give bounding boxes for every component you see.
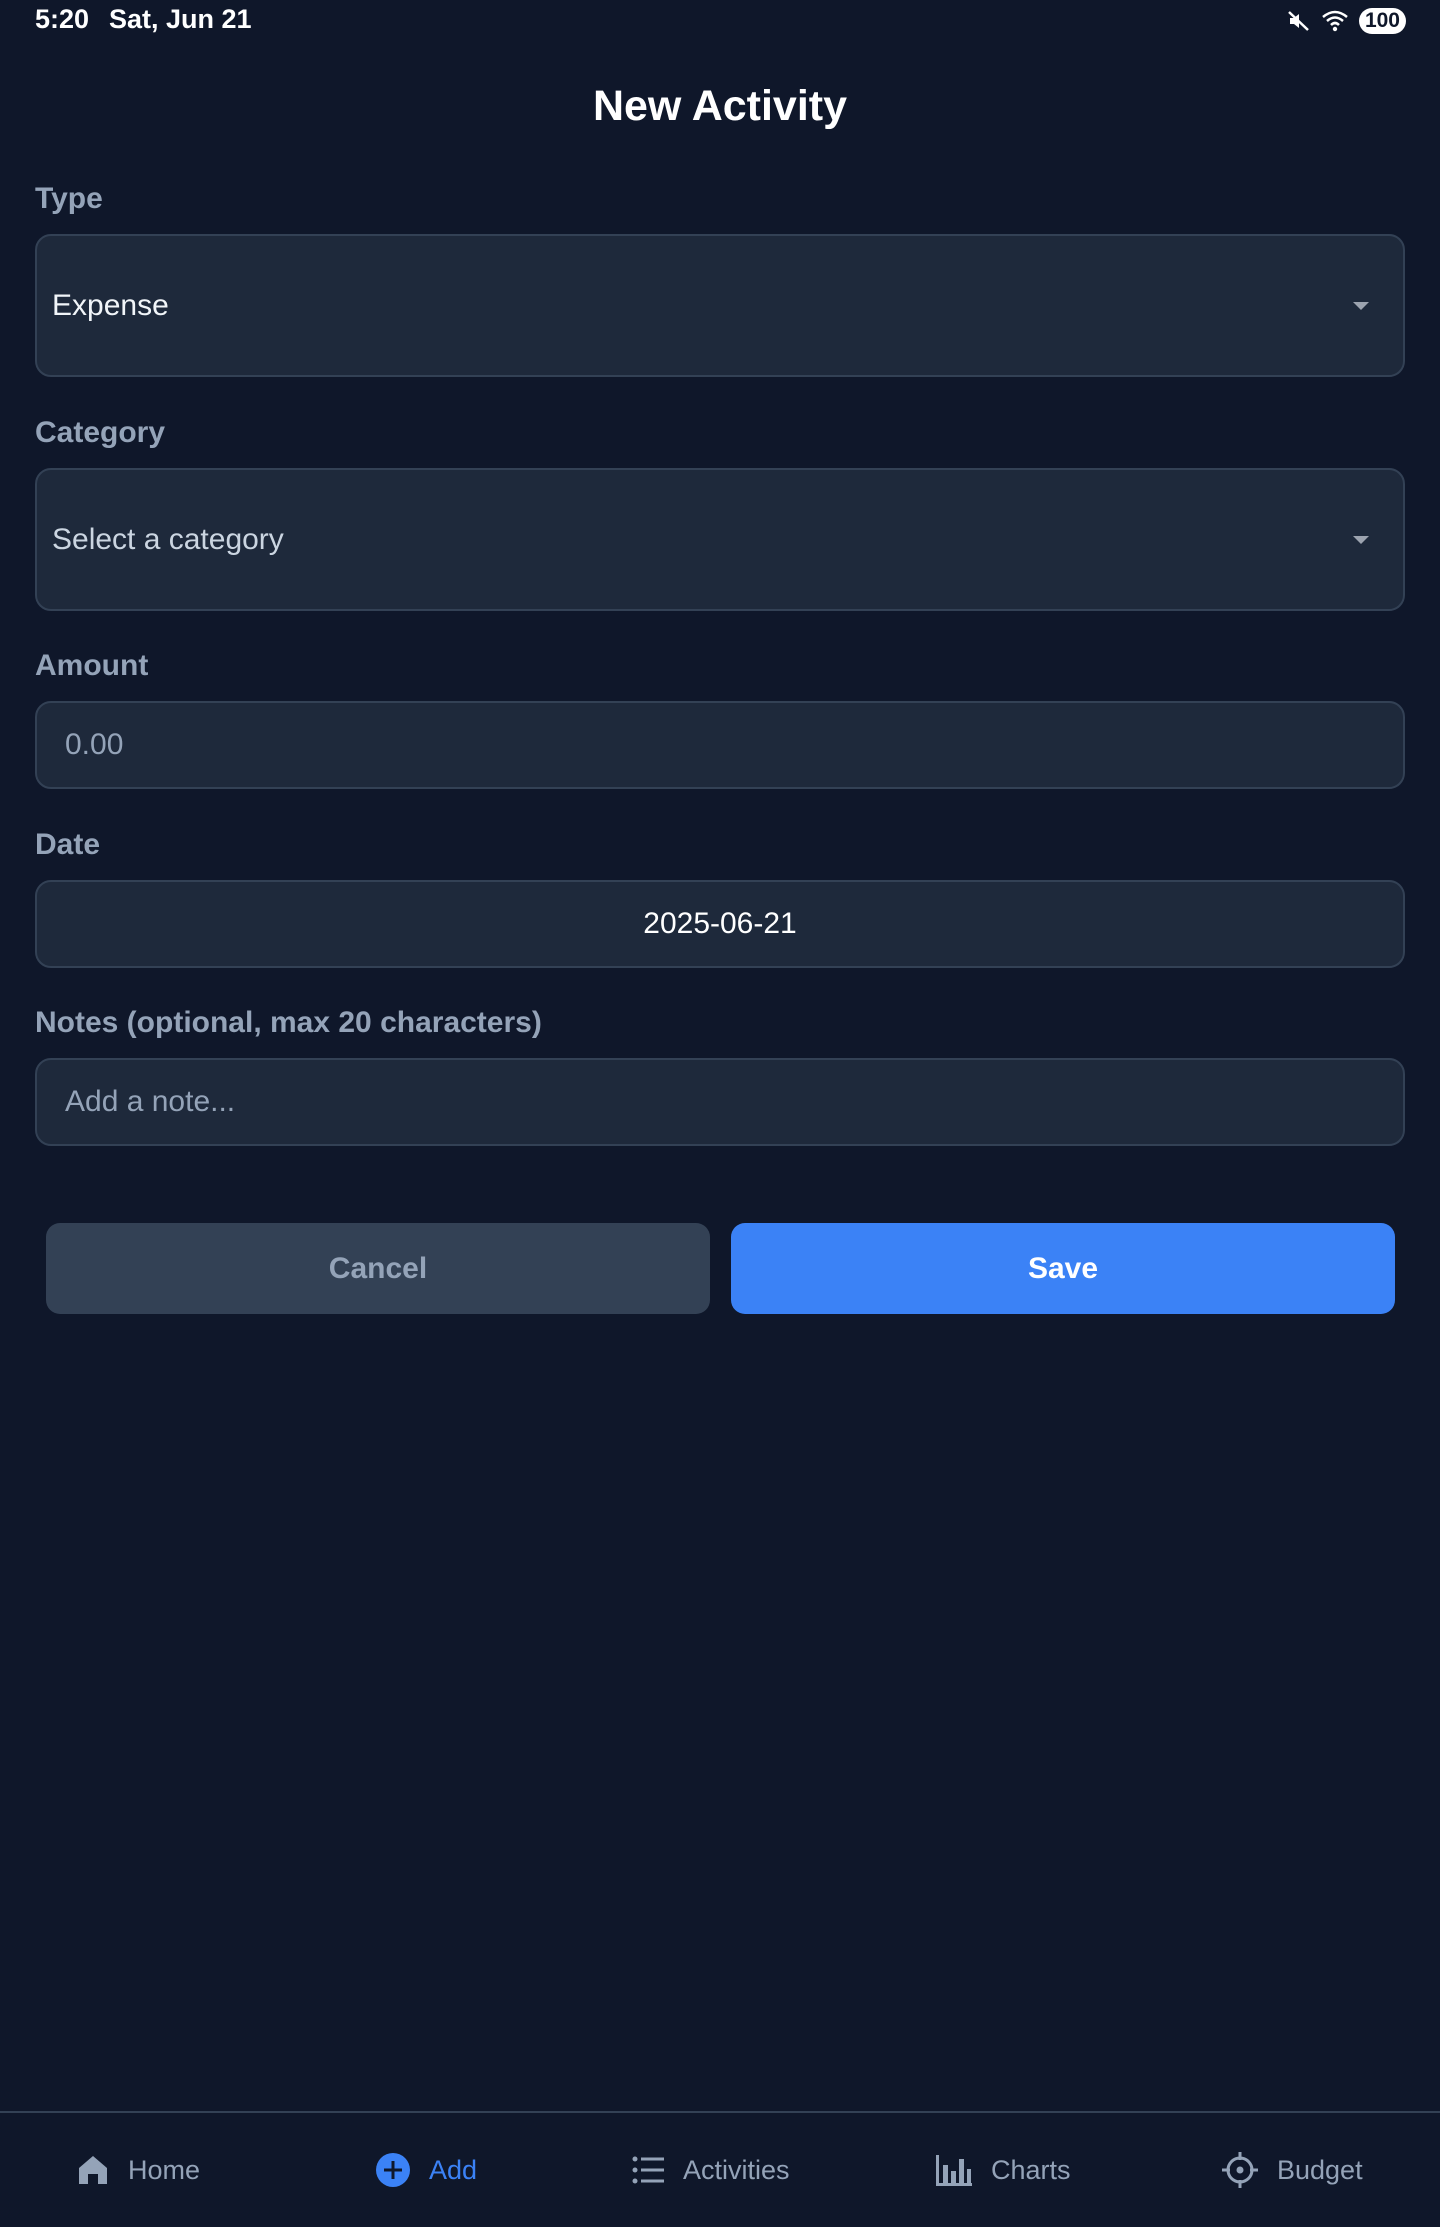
- cancel-button[interactable]: Cancel: [46, 1223, 710, 1314]
- wifi-icon: [1321, 9, 1349, 33]
- nav-item-home[interactable]: Home: [76, 2113, 200, 2227]
- type-label: Type: [35, 182, 103, 215]
- nav-item-label: Home: [128, 2154, 201, 2185]
- type-select[interactable]: Expense: [35, 234, 1405, 377]
- nav-item-label: Charts: [991, 2154, 1071, 2185]
- notes-field-box: [35, 1058, 1405, 1146]
- chevron-down-icon: [1353, 301, 1369, 310]
- status-icons: 100: [1287, 7, 1406, 35]
- home-icon: [76, 2153, 110, 2187]
- type-select-value: Expense: [52, 288, 169, 322]
- date-value: 2025-06-21: [643, 907, 797, 940]
- nav-item-label: Budget: [1277, 2154, 1363, 2185]
- category-select[interactable]: Select a category: [35, 468, 1405, 611]
- list-icon: [631, 2153, 665, 2187]
- bar-chart-icon: [935, 2153, 973, 2187]
- save-button[interactable]: Save: [731, 1223, 1395, 1314]
- nav-item-budget[interactable]: Budget: [1221, 2113, 1363, 2227]
- amount-label: Amount: [35, 649, 149, 682]
- status-date: Sat, Jun 21: [109, 4, 252, 34]
- category-label: Category: [35, 416, 166, 449]
- status-bar: 5:20 Sat, Jun 21 100: [0, 0, 1440, 44]
- date-field[interactable]: 2025-06-21: [35, 880, 1405, 968]
- amount-field-box: [35, 701, 1405, 789]
- nav-item-label: Activities: [683, 2154, 790, 2185]
- notes-label: Notes (optional, max 20 characters): [35, 1006, 542, 1039]
- category-select-value: Select a category: [52, 522, 284, 556]
- battery-icon: 100: [1358, 8, 1406, 34]
- chevron-down-icon: [1353, 535, 1369, 544]
- page-title: New Activity: [592, 82, 848, 130]
- status-time: 5:20: [35, 4, 90, 34]
- target-icon: [1221, 2151, 1259, 2189]
- plus-circle-icon: [375, 2152, 411, 2188]
- amount-input[interactable]: [37, 703, 1403, 787]
- date-label: Date: [35, 828, 101, 861]
- bottom-nav: Home Add Activities Charts Budget: [0, 2111, 1440, 2227]
- mute-icon: [1287, 9, 1311, 33]
- nav-item-label: Add: [429, 2154, 478, 2185]
- nav-item-activities[interactable]: Activities: [631, 2113, 790, 2227]
- nav-item-charts[interactable]: Charts: [935, 2113, 1071, 2227]
- nav-item-add[interactable]: Add: [375, 2113, 477, 2227]
- notes-input[interactable]: [37, 1060, 1403, 1144]
- new-activity-screen: 5:20 Sat, Jun 21 100 New Activity Type E…: [0, 0, 1440, 2227]
